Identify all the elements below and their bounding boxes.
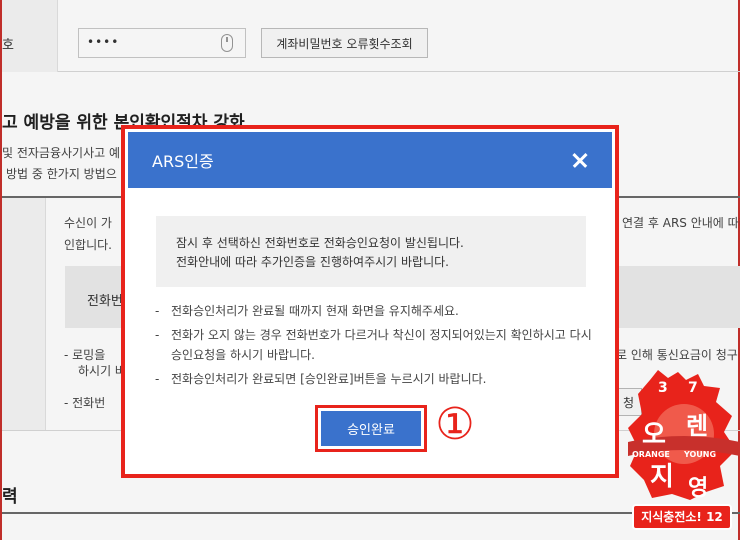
ars-auth-modal: ARS인증 잠시 후 선택하신 전화번호로 전화승인요청이 발신됩니다. 전화안… (121, 125, 619, 478)
watermark-text: 7 (688, 380, 698, 396)
guide-item: - 전화가 오지 않는 경우 전화번호가 다르거나 착신이 정지되어있는지 확인… (155, 325, 595, 365)
bullet-dash: - (155, 328, 160, 342)
bullet-dash: - (155, 304, 160, 318)
approval-complete-button[interactable]: 승인완료 (321, 411, 421, 446)
guide-text: 전화승인처리가 완료되면 [승인완료]버튼을 누르시기 바랍니다. (171, 372, 487, 386)
watermark-text: 지 (650, 462, 674, 492)
bullet-dash: - (155, 372, 160, 386)
watermark-logo: 3 7 오 렌 ORANGE YOUNG 지 영 지식충전소! 12 (628, 370, 740, 540)
notice-box: 잠시 후 선택하신 전화번호로 전화승인요청이 발신됩니다. 전화안내에 따라 … (156, 216, 586, 287)
guide-text: 전화가 오지 않는 경우 전화번호가 다르거나 착신이 정지되어있는지 확인하시… (171, 328, 592, 362)
notice-line: 잠시 후 선택하신 전화번호로 전화승인요청이 발신됩니다. (176, 236, 464, 250)
guide-item: - 전화승인처리가 완료될 때까지 현재 화면을 유지해주세요. (155, 301, 595, 321)
step-marker: ① (435, 399, 475, 450)
modal-header: ARS인증 (128, 132, 612, 188)
confirm-button-highlight: 승인완료 (315, 405, 427, 452)
watermark-text: YOUNG (684, 450, 717, 459)
notice-line: 전화안내에 따라 추가인증을 진행하여주시기 바랍니다. (176, 255, 449, 269)
guide-item: - 전화승인처리가 완료되면 [승인완료]버튼을 누르시기 바랍니다. (155, 369, 595, 389)
watermark-text: 3 (658, 380, 668, 396)
watermark-text: 오 (642, 420, 666, 450)
close-icon[interactable] (568, 148, 592, 172)
watermark-text: 렌 (686, 412, 709, 440)
watermark-badge: 지식충전소! 12 (632, 504, 732, 530)
guide-list: - 전화승인처리가 완료될 때까지 현재 화면을 유지해주세요. - 전화가 오… (155, 301, 595, 393)
guide-text: 전화승인처리가 완료될 때까지 현재 화면을 유지해주세요. (171, 304, 459, 318)
watermark-text: 영 (688, 476, 709, 501)
modal-title: ARS인증 (152, 152, 214, 171)
